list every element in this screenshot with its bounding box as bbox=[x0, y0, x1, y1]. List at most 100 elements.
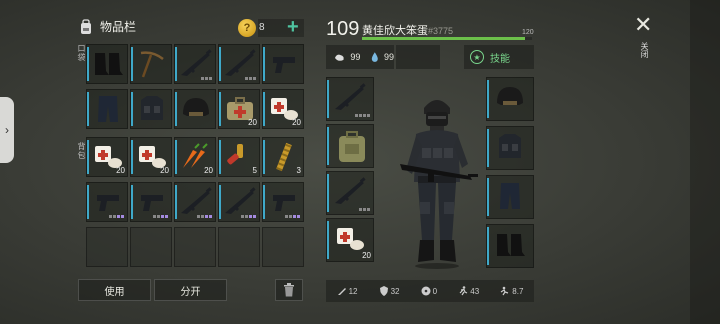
empty-slot[interactable] bbox=[174, 227, 216, 267]
slot-accent bbox=[327, 80, 329, 118]
inventory-slot[interactable] bbox=[174, 44, 216, 84]
pistol-icon bbox=[273, 57, 295, 73]
food-value: 99 bbox=[350, 52, 361, 62]
slot-accent bbox=[175, 92, 177, 126]
empty-slot[interactable] bbox=[218, 227, 260, 267]
slot-accent bbox=[175, 140, 177, 174]
inventory-slot[interactable] bbox=[86, 89, 128, 129]
durability-dots bbox=[245, 77, 256, 80]
slot-accent bbox=[327, 221, 329, 259]
slot-accent bbox=[87, 185, 89, 219]
inventory-slot[interactable]: 20 bbox=[262, 89, 304, 129]
inventory-slot[interactable] bbox=[486, 175, 534, 219]
xp-bar-fill bbox=[362, 37, 526, 40]
slot-accent bbox=[487, 227, 489, 265]
durability-dots bbox=[153, 215, 168, 218]
slot-accent bbox=[175, 185, 177, 219]
inventory-slot[interactable]: 3 bbox=[262, 137, 304, 177]
inventory-slot[interactable] bbox=[326, 77, 374, 121]
pistol-icon bbox=[97, 195, 119, 211]
inventory-slot[interactable] bbox=[486, 77, 534, 121]
rifle-icon bbox=[225, 49, 256, 76]
water-value: 99 bbox=[383, 52, 394, 62]
inventory-slot[interactable] bbox=[86, 44, 128, 84]
vest-icon bbox=[141, 96, 163, 120]
inventory-slot[interactable] bbox=[262, 182, 304, 222]
add-coins-button[interactable]: + bbox=[287, 16, 299, 39]
slot-accent bbox=[219, 47, 221, 81]
attack-value: 12 bbox=[348, 286, 358, 296]
drawer-toggle-tab[interactable]: › bbox=[0, 97, 14, 163]
vest-icon bbox=[499, 134, 521, 158]
inventory-slot[interactable]: 20 bbox=[326, 218, 374, 262]
slot-accent bbox=[263, 140, 265, 174]
player-name: 黄佳欣大笨蛋#3775 bbox=[362, 22, 453, 38]
durability-dots bbox=[109, 215, 124, 218]
radiation-value: 0 bbox=[432, 286, 438, 296]
speed-value: 43 bbox=[470, 286, 480, 296]
item-quantity: 3 bbox=[296, 166, 301, 175]
item-quantity: 20 bbox=[362, 251, 371, 260]
xp-bar bbox=[362, 37, 532, 40]
inventory-slot[interactable] bbox=[262, 44, 304, 84]
trash-icon bbox=[284, 283, 294, 297]
inventory-slot[interactable] bbox=[218, 44, 260, 84]
boots-icon bbox=[95, 53, 123, 75]
inventory-slot[interactable] bbox=[174, 89, 216, 129]
empty-slot[interactable] bbox=[130, 227, 172, 267]
split-button[interactable]: 分开 bbox=[154, 279, 227, 301]
speed-stat: 43 bbox=[458, 286, 479, 296]
slot-accent bbox=[263, 185, 265, 219]
rifle-icon bbox=[335, 83, 366, 110]
inventory-slot[interactable] bbox=[86, 182, 128, 222]
use-button[interactable]: 使用 bbox=[78, 279, 151, 301]
item-quantity: 20 bbox=[160, 166, 169, 175]
inventory-slot[interactable] bbox=[218, 182, 260, 222]
inventory-slot[interactable] bbox=[130, 44, 172, 84]
rifle-icon bbox=[181, 187, 212, 214]
empty-slot[interactable] bbox=[262, 227, 304, 267]
inventory-slot[interactable]: 20 bbox=[130, 137, 172, 177]
inventory-header: 物品栏 bbox=[78, 18, 136, 35]
slot-accent bbox=[219, 92, 221, 126]
inventory-slot[interactable] bbox=[130, 182, 172, 222]
inventory-slot[interactable] bbox=[486, 126, 534, 170]
skills-button[interactable]: ★ 技能 bbox=[464, 45, 534, 69]
inventory-slot[interactable] bbox=[326, 124, 374, 168]
close-button[interactable]: ✕ bbox=[634, 12, 652, 38]
character-figure bbox=[400, 100, 478, 269]
inventory-slot[interactable]: 20 bbox=[86, 137, 128, 177]
star-icon: ★ bbox=[470, 50, 484, 64]
slot-accent bbox=[219, 140, 221, 174]
item-quantity: 5 bbox=[252, 166, 257, 175]
shield-icon bbox=[379, 286, 388, 296]
slot-accent bbox=[219, 185, 221, 219]
bandage-icon bbox=[337, 228, 364, 250]
durability-dots bbox=[241, 215, 256, 218]
running-icon bbox=[459, 286, 468, 296]
rifle-icon bbox=[335, 177, 366, 204]
inventory-slot[interactable] bbox=[486, 224, 534, 268]
inventory-slot[interactable] bbox=[130, 89, 172, 129]
trash-button[interactable] bbox=[275, 279, 303, 301]
inventory-slot[interactable]: 5 bbox=[218, 137, 260, 177]
slot-accent bbox=[131, 185, 133, 219]
empty-slot[interactable] bbox=[86, 227, 128, 267]
pants-icon bbox=[98, 96, 118, 122]
player-name-text: 黄佳欣大笨蛋 bbox=[362, 25, 428, 37]
inventory-slot[interactable]: 20 bbox=[218, 89, 260, 129]
inventory-slot[interactable]: 20 bbox=[174, 137, 216, 177]
slot-accent bbox=[131, 92, 133, 126]
durability-dots bbox=[201, 77, 212, 80]
slot-accent bbox=[131, 47, 133, 81]
stat-spacer bbox=[396, 45, 440, 69]
durability-dots bbox=[197, 215, 212, 218]
inventory-slot[interactable] bbox=[174, 182, 216, 222]
armor-value: 32 bbox=[390, 286, 400, 296]
attack-stat: 12 bbox=[337, 286, 358, 296]
chevron-right-icon: › bbox=[5, 123, 9, 137]
coin-count: 8 bbox=[259, 22, 265, 33]
inventory-slot[interactable] bbox=[326, 171, 374, 215]
stealth-value: 8.7 bbox=[512, 286, 524, 296]
durability-dots bbox=[355, 114, 370, 117]
